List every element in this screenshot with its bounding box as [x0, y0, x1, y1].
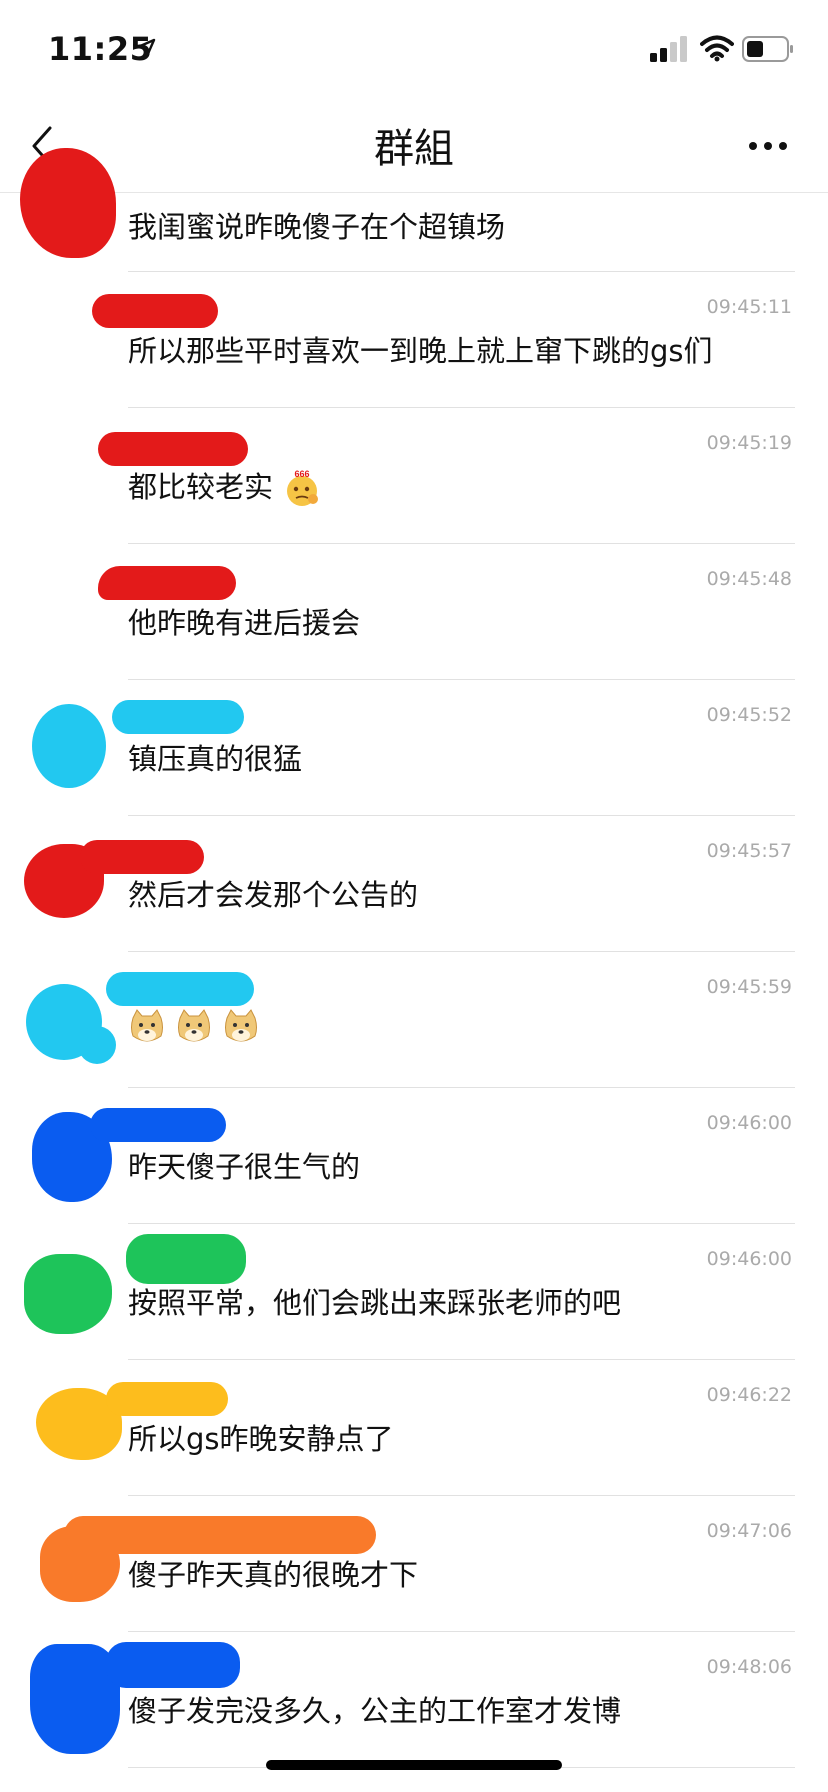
- doge-emoji-icon: [225, 1009, 258, 1042]
- message-text: 然后才会发那个公告的: [128, 878, 419, 912]
- message-timestamp: 09:45:19: [706, 432, 792, 454]
- sender-name: [106, 1382, 228, 1416]
- message-row[interactable]: 09:47:06 傻子昨天真的很晚才下: [0, 1496, 828, 1632]
- message-row[interactable]: 09:45:52 镇压真的很猛: [0, 680, 828, 816]
- message-row[interactable]: 09:45:57 然后才会发那个公告的: [0, 816, 828, 952]
- avatar: [24, 1254, 112, 1334]
- message-row[interactable]: 09:45:11 所以那些平时喜欢一到晚上就上窜下跳的gs们: [0, 272, 828, 408]
- message-text: 他昨晚有进后援会: [128, 606, 361, 640]
- message-text: 昨天傻子很生气的: [128, 1150, 361, 1184]
- sender-name: [64, 1516, 376, 1554]
- message-timestamp: 09:46:00: [706, 1112, 792, 1134]
- doge-emoji-icon: [178, 1009, 211, 1042]
- message-text: 所以那些平时喜欢一到晚上就上窜下跳的gs们: [128, 334, 713, 368]
- message-row[interactable]: 09:45:48 他昨晚有进后援会: [0, 544, 828, 680]
- wifi-icon: [700, 35, 734, 62]
- sender-name: [98, 432, 248, 466]
- message-row[interactable]: 09:45:59: [0, 952, 828, 1088]
- message-timestamp: 09:47:06: [706, 1520, 792, 1542]
- message-timestamp: 09:46:00: [706, 1248, 792, 1270]
- nav-bar: 群組: [0, 100, 828, 193]
- message-text: 傻子发完没多久，公主的工作室才发博: [128, 1694, 622, 1728]
- message-row[interactable]: 09:46:00 昨天傻子很生气的: [0, 1088, 828, 1224]
- avatar-overlay: [78, 1026, 116, 1064]
- message-text: 都比较老实 666: [128, 464, 322, 509]
- message-timestamp: 09:45:59: [706, 976, 792, 998]
- home-indicator[interactable]: [266, 1760, 562, 1770]
- status-bar: 11:25: [0, 0, 828, 100]
- svg-text:666: 666: [295, 469, 310, 479]
- message-timestamp: 09:45:52: [706, 704, 792, 726]
- doge-emoji-icon: [131, 1009, 163, 1042]
- sender-name: [90, 1108, 226, 1142]
- message-row[interactable]: 09:48:06 傻子发完没多久，公主的工作室才发博: [0, 1632, 828, 1768]
- more-options-icon[interactable]: [748, 134, 788, 158]
- message-text: 按照平常，他们会跳出来踩张老师的吧: [128, 1286, 622, 1320]
- sender-name: [92, 294, 218, 328]
- message-text: [128, 1008, 260, 1046]
- sender-name: [106, 1642, 240, 1688]
- sender-name: [80, 840, 204, 874]
- sender-name: [126, 1234, 246, 1284]
- message-text-content: 都比较老实: [128, 470, 274, 504]
- message-row[interactable]: 我闺蜜说昨晚傻子在个超镇场: [0, 148, 828, 272]
- page-title: 群組: [374, 126, 454, 172]
- avatar: [20, 148, 116, 258]
- message-text: 镇压真的很猛: [128, 742, 303, 776]
- message-timestamp: 09:45:48: [706, 568, 792, 590]
- message-text: 傻子昨天真的很晚才下: [128, 1558, 419, 1592]
- sender-name: [112, 700, 244, 734]
- sender-name: [98, 566, 236, 600]
- message-timestamp: 09:45:57: [706, 840, 792, 862]
- message-timestamp: 09:45:11: [706, 296, 792, 318]
- cellular-signal-icon: [650, 36, 687, 62]
- message-timestamp: 09:48:06: [706, 1656, 792, 1678]
- message-text: 我闺蜜说昨晚傻子在个超镇场: [128, 210, 506, 244]
- avatar: [32, 704, 106, 788]
- message-row[interactable]: 09:46:22 所以gs昨晚安静点了: [0, 1360, 828, 1496]
- sender-name: [106, 972, 254, 1006]
- message-timestamp: 09:46:22: [706, 1384, 792, 1406]
- battery-icon: [742, 36, 793, 62]
- location-arrow-icon: [136, 38, 156, 58]
- message-text: 所以gs昨晚安静点了: [128, 1422, 394, 1456]
- thinking-666-emoji-icon: 666: [287, 469, 319, 506]
- message-row[interactable]: 09:46:00 按照平常，他们会跳出来踩张老师的吧: [0, 1224, 828, 1360]
- message-list: 我闺蜜说昨晚傻子在个超镇场 09:45:11 所以那些平时喜欢一到晚上就上窜下跳…: [0, 148, 828, 1768]
- message-row[interactable]: 09:45:19 都比较老实 666: [0, 408, 828, 544]
